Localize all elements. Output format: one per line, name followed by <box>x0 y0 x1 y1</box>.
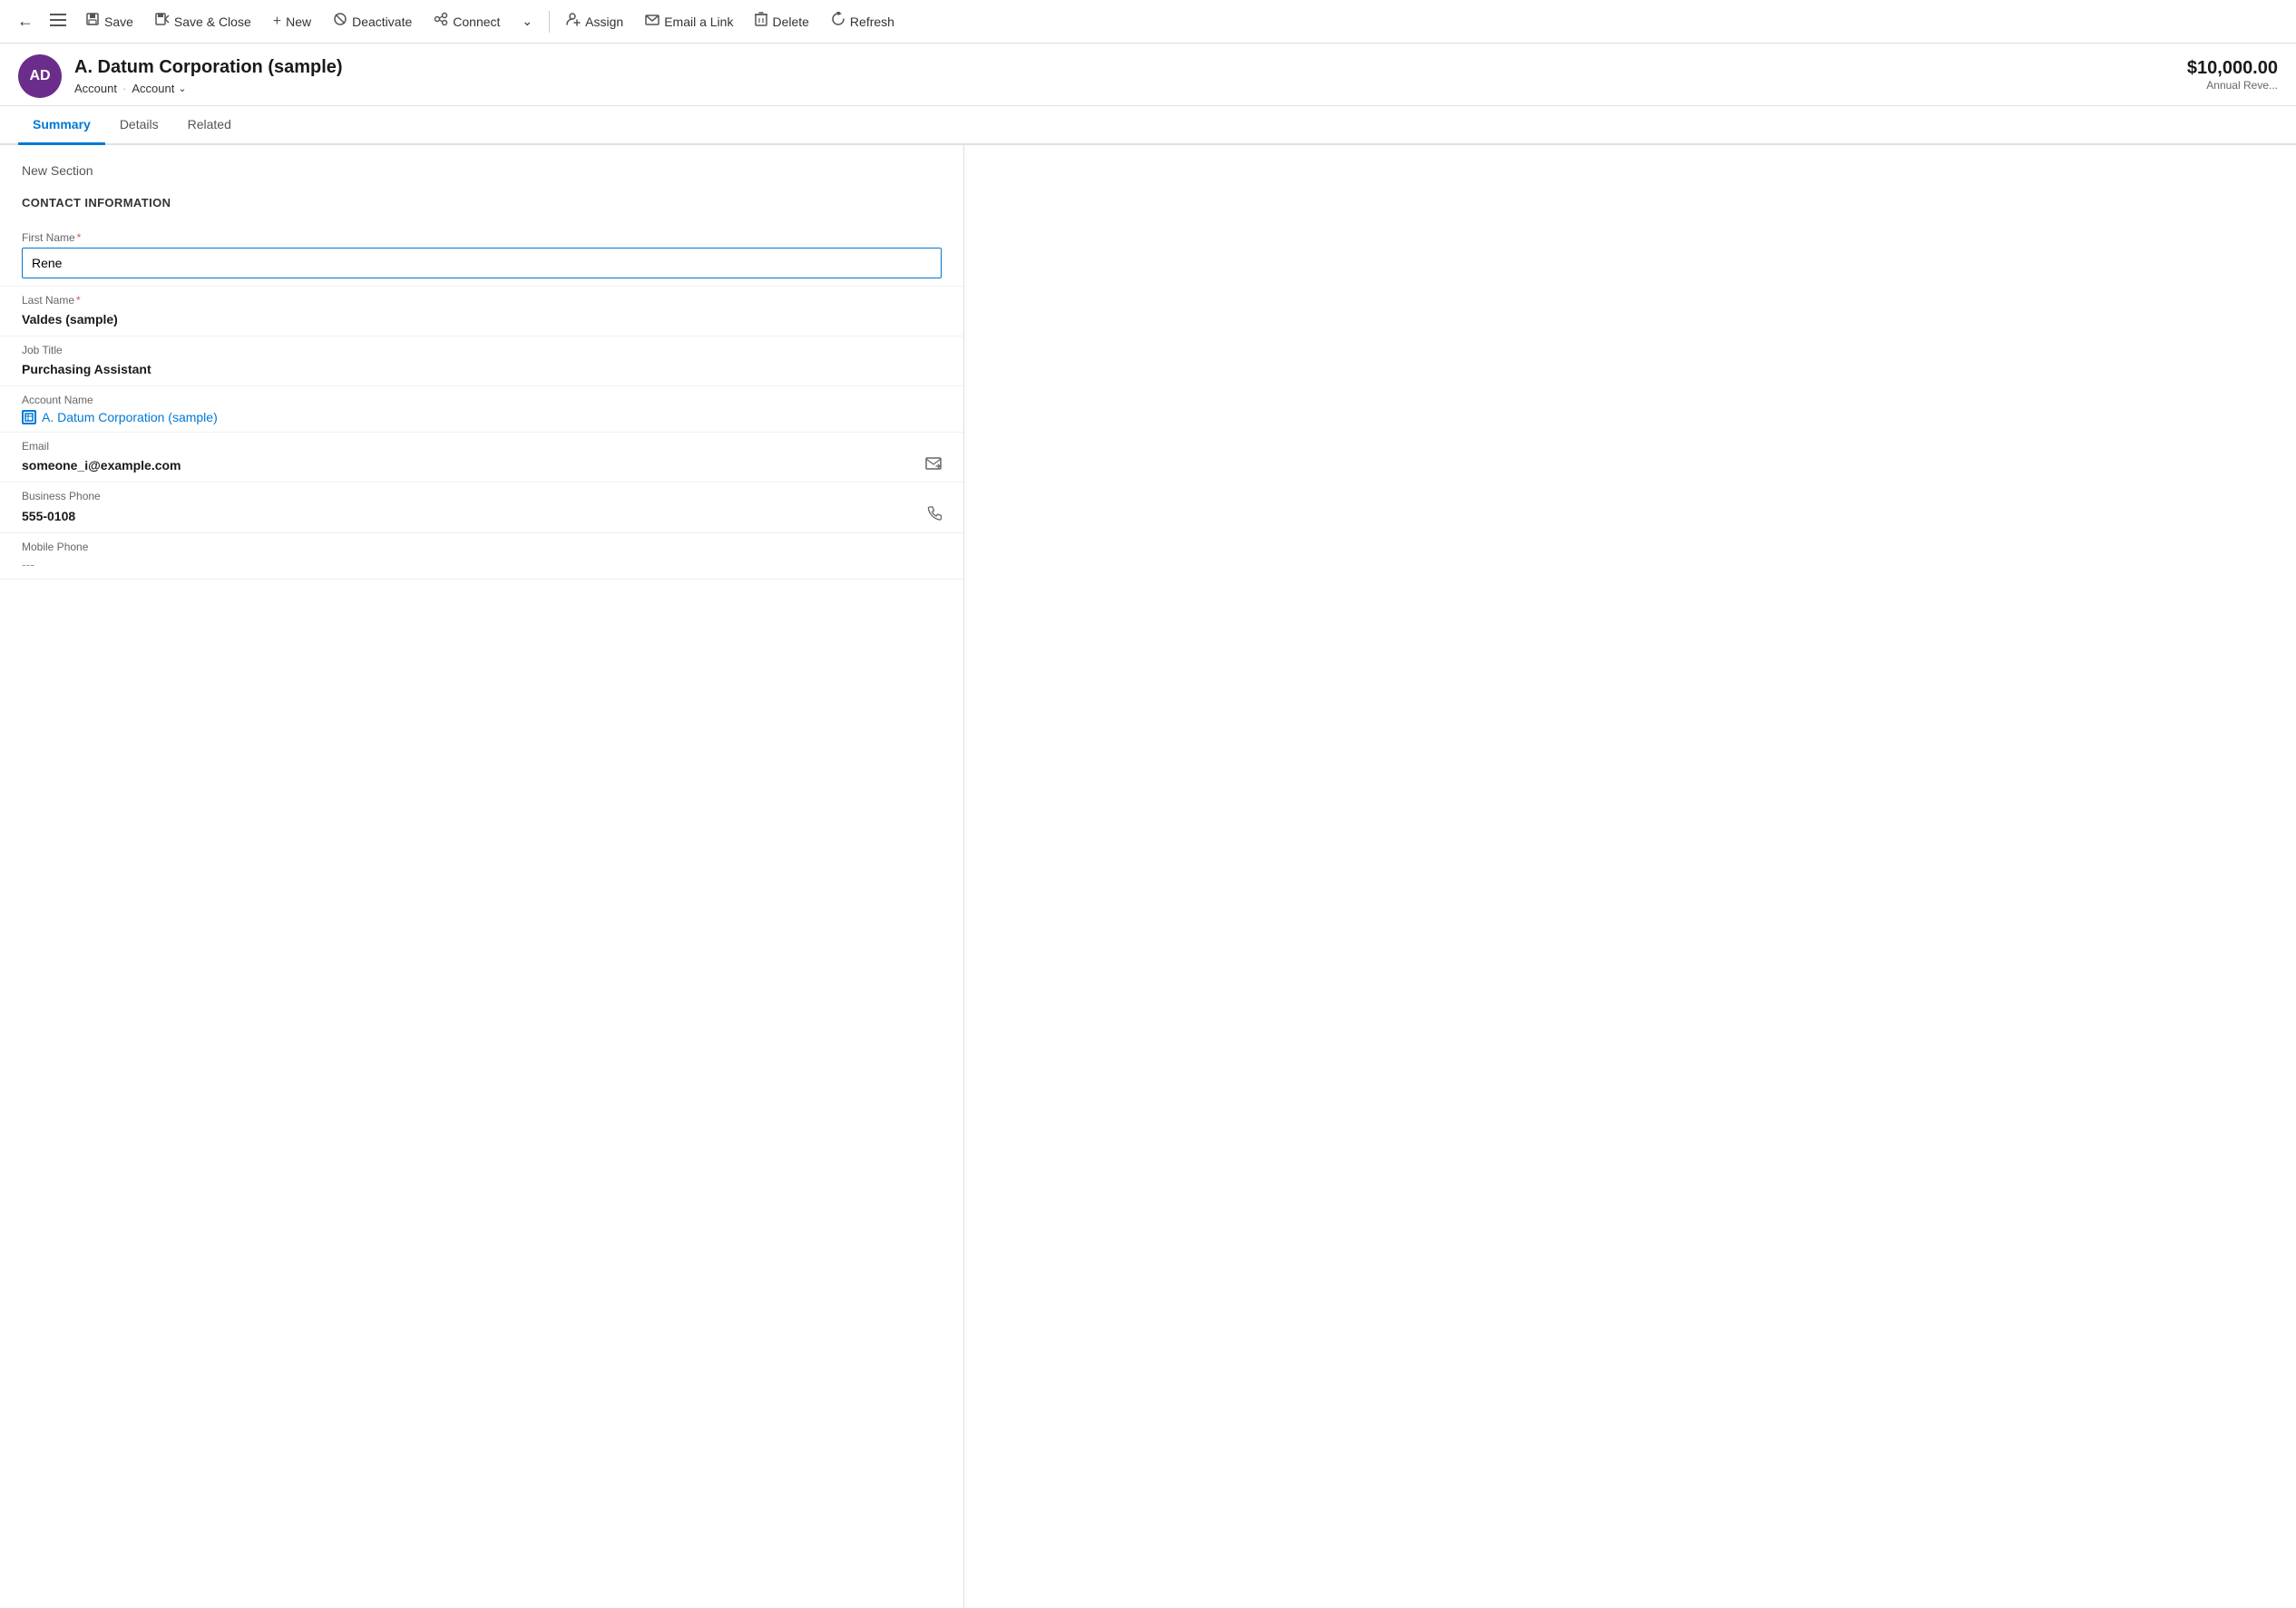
connect-icon <box>434 12 448 31</box>
job-title-value[interactable]: Purchasing Assistant <box>22 360 942 378</box>
connect-button[interactable]: Connect <box>425 6 509 36</box>
email-action-icon[interactable] <box>925 457 942 474</box>
tabs-bar: Summary Details Related <box>0 106 2296 145</box>
field-business-phone: Business Phone 555-0108 <box>0 482 963 533</box>
connect-label: Connect <box>453 15 500 29</box>
assign-button[interactable]: Assign <box>557 6 632 36</box>
hamburger-icon <box>50 12 66 31</box>
record-header-left: AD A. Datum Corporation (sample) Account… <box>18 54 343 98</box>
new-button[interactable]: + New <box>264 8 320 35</box>
breadcrumb-separator: · <box>122 82 126 95</box>
refresh-label: Refresh <box>850 15 894 29</box>
new-label: New <box>286 15 311 29</box>
breadcrumb: Account · Account ⌄ <box>74 82 343 95</box>
chevron-down-icon: ⌄ <box>178 83 186 94</box>
toolbar-separator <box>549 11 550 33</box>
record-info: A. Datum Corporation (sample) Account · … <box>74 57 343 95</box>
more-button[interactable]: ⌄ <box>513 8 542 34</box>
first-name-required: * <box>77 231 82 244</box>
field-email: Email someone_i@example.com <box>0 433 963 482</box>
assign-icon <box>566 12 581 31</box>
email-link-button[interactable]: Email a Link <box>636 6 742 36</box>
new-icon: + <box>273 14 281 30</box>
delete-button[interactable]: Delete <box>746 6 817 36</box>
field-job-title: Job Title Purchasing Assistant <box>0 336 963 386</box>
tab-details[interactable]: Details <box>105 106 173 145</box>
email-label: Email <box>22 440 942 453</box>
save-close-icon <box>155 12 170 31</box>
email-link-icon <box>645 12 659 31</box>
breadcrumb-type[interactable]: Account <box>74 82 117 95</box>
chevron-down-icon: ⌄ <box>522 14 532 29</box>
back-icon: ← <box>17 12 34 31</box>
email-value[interactable]: someone_i@example.com <box>22 456 181 474</box>
account-name-label: Account Name <box>22 394 942 406</box>
field-first-name: First Name * <box>0 224 963 287</box>
field-account-name: Account Name A. Datum Corporation (sampl… <box>0 386 963 433</box>
record-header-right: $10,000.00 Annual Reve... <box>2187 54 2278 92</box>
record-title: A. Datum Corporation (sample) <box>74 57 343 78</box>
save-icon <box>85 12 100 31</box>
back-button[interactable]: ← <box>11 7 40 36</box>
last-name-value[interactable]: Valdes (sample) <box>22 310 942 328</box>
first-name-input[interactable] <box>22 248 942 278</box>
save-label: Save <box>104 15 133 29</box>
refresh-icon <box>831 12 845 31</box>
account-entity-icon <box>22 410 36 424</box>
section-new-title: New Section <box>0 163 963 189</box>
field-last-name: Last Name * Valdes (sample) <box>0 287 963 336</box>
account-name-value[interactable]: A. Datum Corporation (sample) <box>22 410 942 424</box>
tab-related[interactable]: Related <box>173 106 246 145</box>
menu-icon-button[interactable] <box>44 7 73 36</box>
delete-label: Delete <box>772 15 808 29</box>
main-content: New Section CONTACT INFORMATION First Na… <box>0 145 2296 1608</box>
save-close-button[interactable]: Save & Close <box>146 6 260 36</box>
job-title-label: Job Title <box>22 344 942 356</box>
email-field-row: someone_i@example.com <box>22 456 942 474</box>
first-name-label: First Name * <box>22 231 942 244</box>
mobile-phone-label: Mobile Phone <box>22 541 942 553</box>
business-phone-value[interactable]: 555-0108 <box>22 507 75 525</box>
refresh-button[interactable]: Refresh <box>822 6 904 36</box>
breadcrumb-entity[interactable]: Account ⌄ <box>132 82 186 95</box>
deactivate-label: Deactivate <box>352 15 412 29</box>
avatar: AD <box>18 54 62 98</box>
deactivate-button[interactable]: Deactivate <box>324 6 421 36</box>
right-panel <box>964 145 2296 1608</box>
business-phone-label: Business Phone <box>22 490 942 502</box>
save-button[interactable]: Save <box>76 6 142 36</box>
left-panel: New Section CONTACT INFORMATION First Na… <box>0 145 964 1608</box>
field-mobile-phone: Mobile Phone --- <box>0 533 963 580</box>
email-link-label: Email a Link <box>664 15 733 29</box>
assign-label: Assign <box>585 15 623 29</box>
revenue-value: $10,000.00 <box>2187 58 2278 79</box>
save-close-label: Save & Close <box>174 15 251 29</box>
revenue-label: Annual Reve... <box>2187 79 2278 92</box>
tab-summary[interactable]: Summary <box>18 106 105 145</box>
last-name-label: Last Name * <box>22 294 942 307</box>
deactivate-icon <box>333 12 347 31</box>
phone-action-icon[interactable] <box>927 506 942 525</box>
mobile-phone-value[interactable]: --- <box>22 557 942 571</box>
toolbar: ← Save Sav <box>0 0 2296 44</box>
last-name-required: * <box>76 294 81 307</box>
record-header: AD A. Datum Corporation (sample) Account… <box>0 44 2296 106</box>
business-phone-field-row: 555-0108 <box>22 506 942 525</box>
section-contact-heading: CONTACT INFORMATION <box>0 189 963 224</box>
delete-icon <box>755 12 767 31</box>
